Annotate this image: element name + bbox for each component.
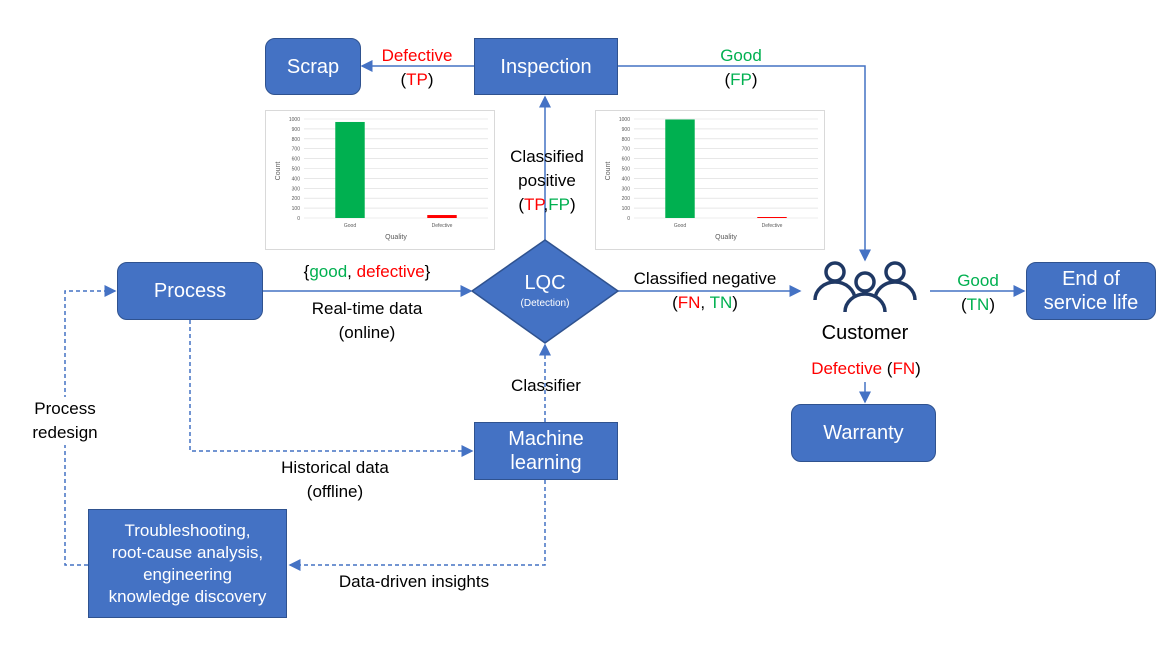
- customer-icon: [813, 261, 917, 313]
- realtime-data-label: Real-time data (online): [311, 299, 423, 342]
- y-tick-label: 0: [297, 216, 300, 222]
- lqc-sublabel: (Detection): [520, 298, 570, 309]
- warranty-node: Warranty: [791, 404, 936, 462]
- y-axis-label: Count: [605, 162, 612, 181]
- t3: engineering: [143, 564, 232, 584]
- end-label-2: service life: [1043, 292, 1139, 314]
- y-tick-label: 400: [622, 176, 631, 182]
- y-tick-label: 200: [292, 196, 301, 202]
- y-tick-label: 900: [292, 127, 301, 133]
- bar-defective: [757, 217, 787, 218]
- t1: Troubleshooting,: [124, 520, 251, 540]
- t2: root-cause analysis,: [111, 542, 264, 562]
- scrap-label: Scrap: [286, 55, 340, 78]
- t4: knowledge discovery: [108, 586, 267, 606]
- classified-negative-label: Classified negative (FN, TN): [633, 269, 777, 312]
- ml-label-1: Machine: [508, 428, 584, 450]
- x-tick-label: Good: [344, 223, 356, 229]
- troubleshooting-node: Troubleshooting, root-cause analysis, engi…: [88, 509, 287, 618]
- y-tick-label: 100: [292, 206, 301, 212]
- y-tick-label: 500: [622, 167, 631, 173]
- end-label-1: End of: [1062, 268, 1120, 290]
- ml-label-2: learning: [510, 452, 582, 474]
- bar-good: [335, 121, 365, 218]
- insights-label: Data-driven insights: [338, 572, 490, 591]
- chart-after: 0 100 200 300 400 500 600 700 800 900 1000 Good Defe…: [595, 110, 825, 250]
- good-tn-label: Good (TN): [957, 271, 999, 314]
- x-axis-label: Quality: [715, 234, 737, 241]
- process-label: Process: [153, 280, 227, 302]
- y-tick-label: 200: [622, 196, 631, 202]
- warranty-label: Warranty: [823, 422, 904, 444]
- y-tick-label: 600: [622, 157, 631, 163]
- process-node: Process: [117, 262, 263, 320]
- x-tick-label: Defective: [432, 223, 453, 229]
- y-tick-label: 800: [292, 137, 301, 143]
- y-tick-label: 600: [292, 157, 301, 163]
- y-tick-label: 300: [622, 186, 631, 192]
- y-tick-label: 300: [292, 186, 301, 192]
- chart-before: 0 100 200 300 400 500 600 700 800 900 1000 Good Defe…: [265, 110, 495, 250]
- end-of-service-life-node: End of service life: [1026, 262, 1156, 320]
- process-redesign-label: Process redesign: [32, 397, 98, 445]
- y-tick-label: 700: [622, 147, 631, 153]
- y-tick-label: 700: [292, 147, 301, 153]
- bar-good: [665, 119, 695, 218]
- inspection-node: Inspection: [474, 38, 618, 95]
- y-tick-label: 100: [622, 206, 631, 212]
- scrap-node: Scrap: [265, 38, 361, 95]
- inspection-label: Inspection: [500, 55, 592, 78]
- y-tick-label: 900: [622, 127, 631, 133]
- x-tick-label: Defective: [762, 223, 783, 229]
- lqc-label: LQC: [524, 272, 566, 294]
- machine-learning-node: Machine learning: [474, 422, 618, 480]
- bar-defective: [427, 215, 457, 218]
- y-tick-label: 1000: [619, 117, 630, 123]
- x-tick-label: Good: [674, 223, 686, 229]
- defective-tp-label: Defective (TP): [381, 46, 453, 89]
- classes-label: {good, defective}: [303, 262, 431, 281]
- y-tick-label: 500: [292, 167, 301, 173]
- y-tick-label: 400: [292, 176, 301, 182]
- y-tick-label: 0: [627, 216, 630, 222]
- defective-fn-label: Defective (FN): [811, 359, 921, 378]
- historical-data-label: Historical data (offline): [281, 458, 389, 501]
- classified-positive-label: Classified positive (TP,FP): [510, 147, 584, 214]
- y-tick-label: 800: [622, 137, 631, 143]
- customer-label: Customer: [821, 322, 909, 344]
- y-axis-label: Count: [275, 162, 282, 181]
- x-axis-label: Quality: [385, 234, 407, 241]
- lqc-diagram: Scrap Inspection Process End of service l…: [0, 0, 1170, 658]
- y-tick-label: 1000: [289, 117, 300, 123]
- classifier-label: Classifier: [511, 376, 581, 395]
- good-fp-label: Good (FP): [720, 46, 762, 89]
